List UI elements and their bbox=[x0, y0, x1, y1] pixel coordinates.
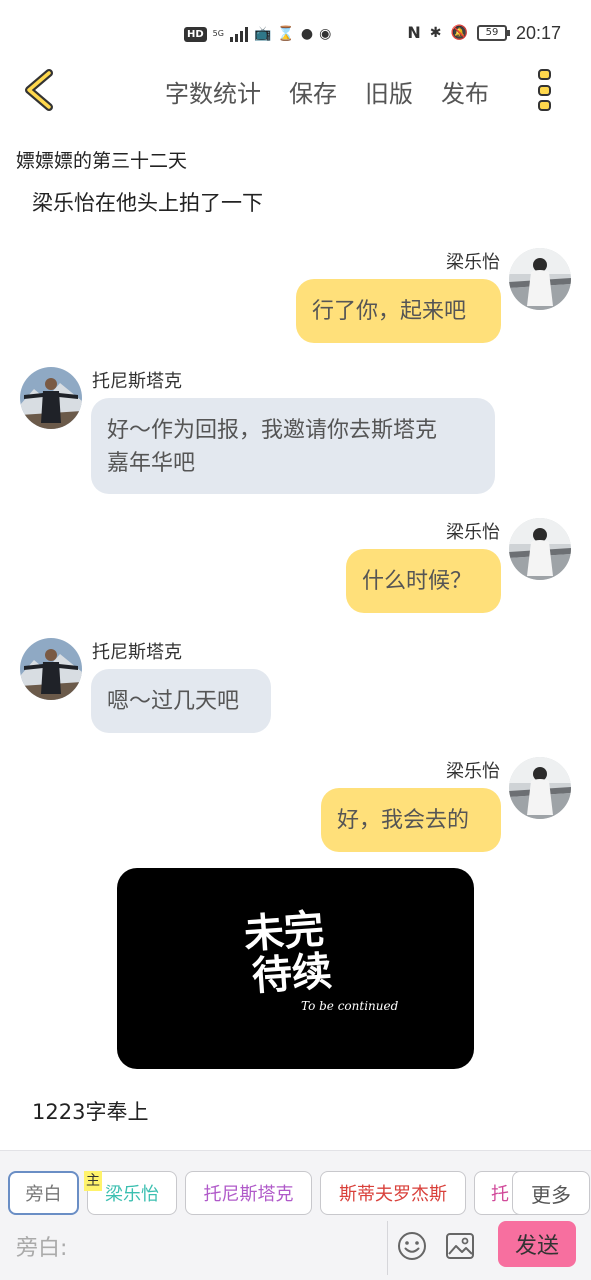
old-version-button[interactable]: 旧版 bbox=[365, 74, 413, 109]
chat-bubble-text-line: 好～作为回报，我邀请你去斯塔克 bbox=[107, 418, 438, 443]
status-bar-right: N ✱ 🔕 59 20:17 bbox=[407, 20, 561, 46]
narration-text[interactable]: 梁乐怡在他头上拍了一下 bbox=[32, 187, 263, 217]
sender-name: 托尼斯塔克 bbox=[92, 371, 182, 392]
sender-name: 梁乐怡 bbox=[446, 252, 500, 273]
role-chip-label: 托尼斯塔克 bbox=[203, 1184, 294, 1205]
chat-bubble-text: 行了你，起来吧 bbox=[312, 299, 467, 324]
role-chip-tony-stark[interactable]: 托尼斯塔克 bbox=[185, 1171, 312, 1215]
nav-actions: 字数统计 保存 旧版 发布 bbox=[165, 74, 489, 109]
host-badge: 主 bbox=[84, 1171, 102, 1191]
mute-bell-icon: 🔕 bbox=[450, 25, 468, 41]
avatar-liangleyi[interactable] bbox=[509, 757, 571, 819]
tbc-line-2: 待续 bbox=[250, 949, 333, 1000]
hd-icon: HD bbox=[184, 26, 207, 42]
status-bar-left: HD 5G 📺 ⌛ ● ◉ bbox=[184, 22, 331, 46]
bilibili-icon: 📺 bbox=[253, 26, 272, 42]
sender-name: 梁乐怡 bbox=[446, 522, 500, 543]
nfc-icon: N bbox=[407, 23, 421, 42]
chevron-left-icon bbox=[25, 69, 53, 111]
avatar-image bbox=[509, 518, 571, 580]
clock: 20:17 bbox=[515, 22, 561, 43]
role-chip-label: 斯蒂夫罗杰斯 bbox=[339, 1184, 447, 1205]
compose-panel: 旁白 梁乐怡 托尼斯塔克 斯蒂夫罗杰斯 托 更多 主 发送 bbox=[0, 1150, 591, 1280]
tbc-caption: To be continued bbox=[301, 999, 399, 1013]
word-count-note[interactable]: 1223字奉上 bbox=[32, 1096, 148, 1126]
input-row: 发送 bbox=[0, 1219, 591, 1277]
app-notification-icon: ◉ bbox=[319, 26, 332, 42]
avatar-image bbox=[509, 757, 571, 819]
avatar-liangleyi[interactable] bbox=[509, 248, 571, 310]
avatar-image bbox=[20, 367, 82, 429]
chat-bubble[interactable]: 好，我会去的 bbox=[321, 788, 501, 852]
chat-bubble[interactable]: 什么时候？ bbox=[346, 549, 501, 613]
status-bar: HD 5G 📺 ⌛ ● ◉ N ✱ 🔕 59 20:17 bbox=[0, 0, 591, 62]
network-type-label: 5G bbox=[212, 29, 224, 38]
to-be-continued-graphic: 未完 待续 To be continued bbox=[242, 907, 399, 1013]
chat-bubble[interactable]: 嗯～过几天吧 bbox=[91, 669, 271, 733]
chat-bubble-text: 嗯～过几天吧 bbox=[107, 689, 240, 714]
role-chip-steve-rogers[interactable]: 斯蒂夫罗杰斯 bbox=[320, 1171, 466, 1215]
chat-bubble-text: 什么时候？ bbox=[362, 569, 473, 594]
role-chip-label: 梁乐怡 bbox=[105, 1184, 159, 1205]
send-button[interactable]: 发送 bbox=[498, 1221, 576, 1267]
signal-icon bbox=[229, 26, 248, 42]
avatar-image bbox=[509, 248, 571, 310]
publish-button[interactable]: 发布 bbox=[441, 74, 489, 109]
save-button[interactable]: 保存 bbox=[289, 74, 337, 109]
battery-icon: 59 bbox=[476, 25, 510, 41]
role-chip-narrator[interactable]: 旁白 bbox=[8, 1171, 79, 1215]
role-chip-label: 托 bbox=[491, 1184, 509, 1205]
avatar-tony-stark[interactable] bbox=[20, 367, 82, 429]
globe-icon: ● bbox=[300, 26, 314, 42]
hourglass-icon: ⌛ bbox=[277, 26, 295, 42]
emoji-icon[interactable] bbox=[397, 1231, 427, 1261]
avatar-liangleyi[interactable] bbox=[509, 518, 571, 580]
avatar-image bbox=[20, 638, 82, 700]
chat-bubble[interactable]: 行了你，起来吧 bbox=[296, 279, 501, 343]
vibrate-icon: ✱ bbox=[429, 25, 442, 41]
sender-name: 梁乐怡 bbox=[446, 761, 500, 782]
message-input[interactable] bbox=[6, 1221, 388, 1275]
more-roles-button[interactable]: 更多 bbox=[512, 1171, 590, 1215]
more-menu-icon[interactable] bbox=[532, 67, 556, 113]
role-chip-label: 旁白 bbox=[25, 1184, 62, 1205]
to-be-continued-image[interactable]: 未完 待续 To be continued bbox=[117, 868, 474, 1069]
top-nav: 字数统计 保存 旧版 发布 bbox=[0, 62, 591, 122]
chat-bubble-text-line: 嘉年华吧 bbox=[107, 451, 196, 476]
chat-bubble[interactable]: 好～作为回报，我邀请你去斯塔克 嘉年华吧 bbox=[91, 398, 495, 494]
chat-bubble-text: 好，我会去的 bbox=[337, 808, 470, 833]
chapter-title: 嫖嫖嫖的第三十二天 bbox=[16, 150, 188, 172]
back-button[interactable] bbox=[18, 68, 58, 112]
word-count-button[interactable]: 字数统计 bbox=[165, 74, 261, 109]
image-icon[interactable] bbox=[445, 1232, 475, 1260]
avatar-tony-stark[interactable] bbox=[20, 638, 82, 700]
sender-name: 托尼斯塔克 bbox=[92, 642, 182, 663]
